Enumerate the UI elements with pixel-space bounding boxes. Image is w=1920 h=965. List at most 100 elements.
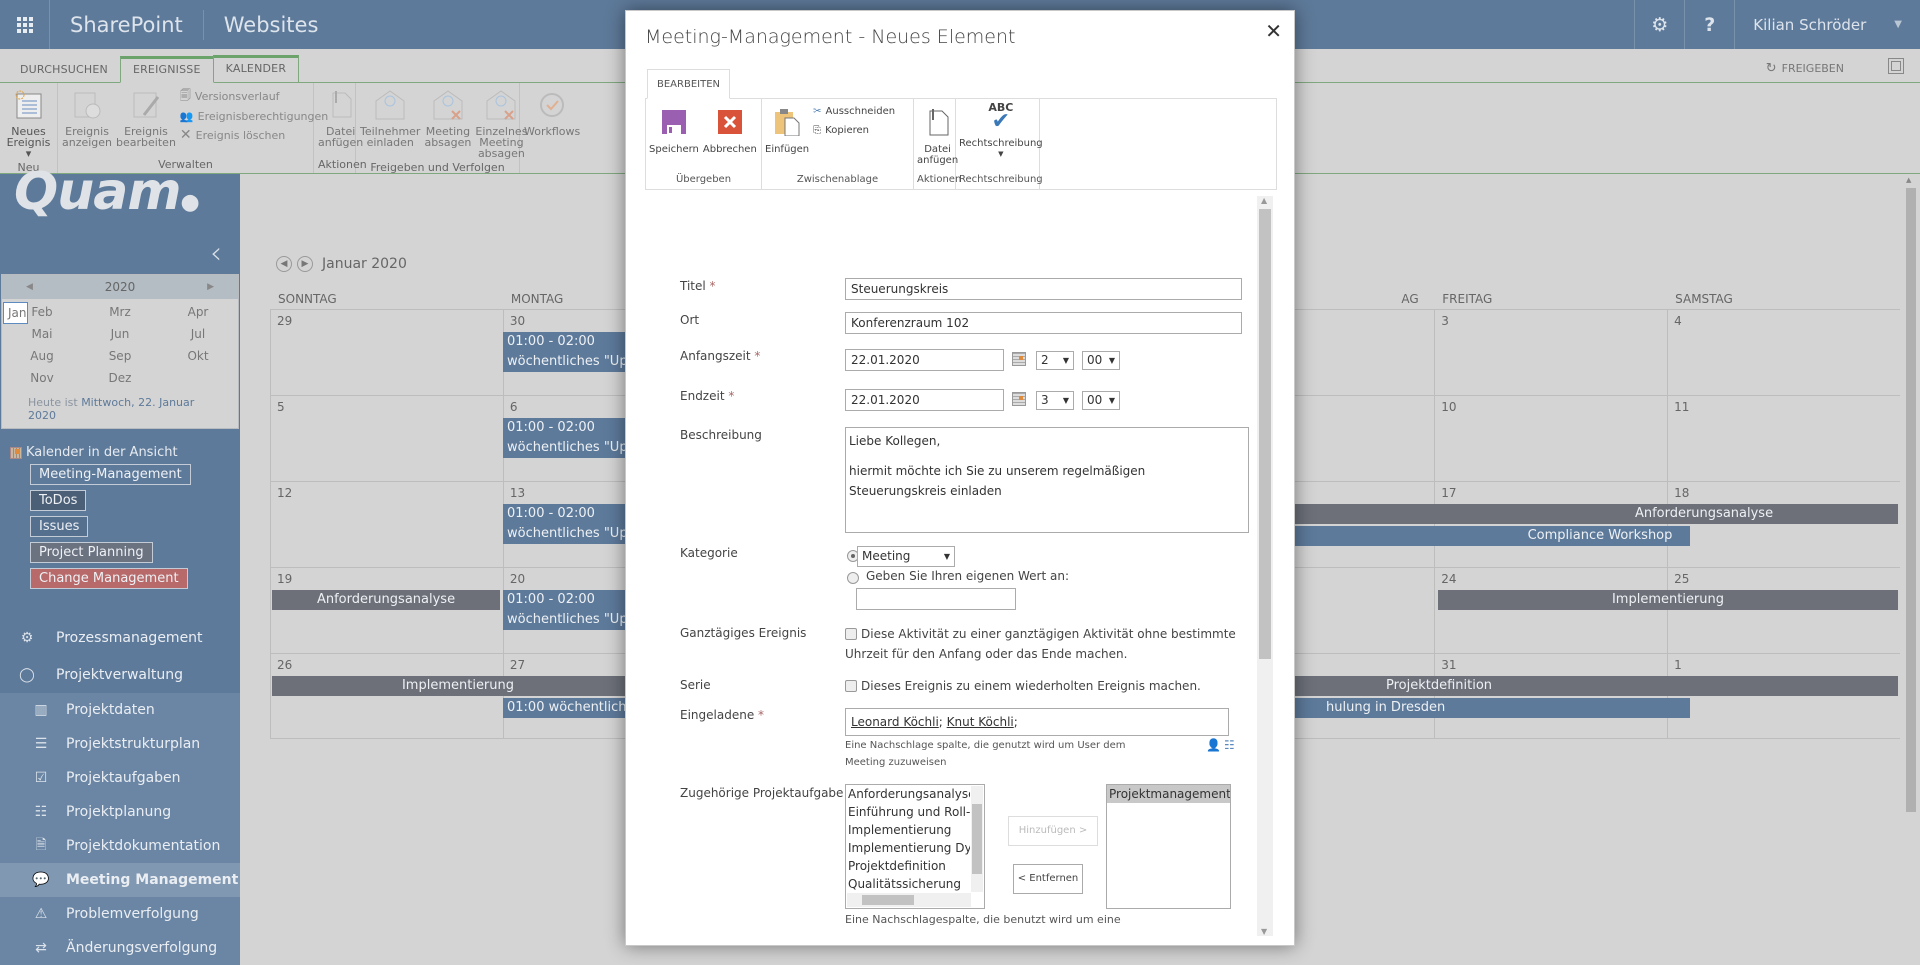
day-cell[interactable]: 18 [1667,482,1900,567]
selected-tasks-listbox[interactable]: Projektmanagement [1106,784,1231,909]
close-dialog-button[interactable]: ✕ [1265,19,1282,43]
page-scrollbar[interactable]: ▲ [1904,174,1918,957]
invitee[interactable]: Leonard Köchli [851,715,939,729]
calendar-event[interactable]: 01:00 - 02:00 wöchentliches "Up [503,504,643,544]
invitees-people-picker[interactable]: Leonard Köchli; Knut Köchli; [845,708,1229,736]
view-event-button[interactable]: Ereignis anzeigen [62,87,112,148]
list-item[interactable]: Qualitätssicherung [846,875,970,893]
focus-mode-button[interactable] [1888,58,1904,74]
day-cell[interactable]: 25 [1667,568,1900,653]
nav-projektstrukturplan[interactable]: ☰ Projektstrukturplan [0,727,240,761]
nav-prozessmanagement[interactable]: ⚙ Prozessmanagement [0,619,240,656]
cut-button[interactable]: ✂ Ausschneiden [813,106,895,117]
month-nov[interactable]: Nov [3,368,81,390]
allday-checkbox[interactable] [845,628,857,640]
day-cell[interactable]: 12 [270,482,503,567]
category-select[interactable]: Meeting ▼ [857,546,955,567]
scrollbar-thumb[interactable] [1259,209,1271,659]
day-cell[interactable]: 29 [270,310,503,395]
day-cell[interactable]: 31 [1434,654,1667,738]
logo[interactable]: Quam● ‹ [0,166,240,274]
day-cell[interactable]: 26 [270,654,503,738]
list-item[interactable]: Implementierung [846,821,970,839]
settings-button[interactable]: ⚙ [1634,0,1684,49]
title-input[interactable]: Steuerungskreis [845,278,1242,300]
month-mai[interactable]: Mai [3,324,81,346]
day-cell[interactable]: 19 [270,568,503,653]
month-mrz[interactable]: Mrz [81,302,159,324]
month-apr[interactable]: Apr [159,302,237,324]
list-item[interactable]: Anforderungsanalyse [846,785,970,803]
calendar-event[interactable]: Implementierung [272,676,644,696]
nav-projektdokumentation[interactable]: 🗎 Projektdokumentation [0,829,240,863]
month-sep[interactable]: Sep [81,346,159,368]
next-month-button[interactable]: ▶ [297,256,313,272]
calendar-todos[interactable]: ToDos [30,490,87,511]
month-jan[interactable]: Jan [3,302,28,324]
scroll-up-arrow[interactable]: ▲ [1906,176,1911,184]
event-permissions-button[interactable]: 👥 Ereignisberechtigungen [180,110,328,123]
check-names-icon[interactable]: 👤 [1206,738,1221,752]
location-input[interactable]: Konferenzraum 102 [845,312,1242,334]
collapse-sidebar-icon[interactable]: ‹ [210,236,222,271]
dialog-scrollbar[interactable]: ▲ ▼ [1257,196,1273,936]
day-cell[interactable]: 5 [270,396,503,481]
tab-ereignisse[interactable]: EREIGNISSE [119,56,214,83]
day-cell[interactable]: 17 [1434,482,1667,567]
cancel-meeting-button[interactable]: Meeting absagen [424,87,471,148]
add-task-button[interactable]: Hinzufügen > [1008,816,1098,846]
save-button[interactable]: Speichern [649,102,699,155]
list-item[interactable]: Implementierung Dyr [846,839,970,857]
calendar-change-management[interactable]: Change Management [30,568,188,589]
invitee[interactable]: Knut Köchli [947,715,1014,729]
calendar-event[interactable]: 01:00 wöchentlich [503,698,643,718]
section-title[interactable]: Websites [204,13,339,37]
start-minute-select[interactable]: 00 ▼ [1082,351,1120,370]
calendar-event[interactable]: 01:00 - 02:00 wöchentliches "Up [503,418,643,458]
remove-task-button[interactable]: < Entfernen [1013,864,1083,894]
day-cell[interactable]: 10 [1434,396,1667,481]
start-date-input[interactable]: 22.01.2020 [845,349,1004,371]
calendar-picker-icon[interactable] [1012,352,1026,366]
listbox-hscroll[interactable] [847,893,971,907]
calendar-event[interactable]: Projektdefinition [1270,676,1898,696]
nav-aenderungsverfolgung[interactable]: ⇄ Änderungsverfolgung [0,931,240,965]
tab-durchsuchen[interactable]: DURCHSUCHEN [8,58,120,82]
nav-projektverwaltung[interactable]: ◯ Projektverwaltung [0,656,240,693]
workflows-button[interactable]: Workflows [524,87,580,137]
list-item[interactable]: Projektmanagement [1107,785,1230,803]
day-cell[interactable]: 4 [1667,310,1900,395]
calendar-project-planning[interactable]: Project Planning [30,542,153,563]
version-history-button[interactable]: 🗐 Versionsverlauf [180,87,328,106]
calendar-event[interactable]: 01:00 - 02:00 wöchentliches "Up [503,332,643,372]
invite-attendees-button[interactable]: Teilnehmer einladen [360,87,420,148]
attach-file-button[interactable]: Datei anfügen [917,102,958,166]
share-button[interactable]: ↻ FREIGEBEN [1766,61,1844,76]
month-jul[interactable]: Jul [159,324,237,346]
month-jun[interactable]: Jun [81,324,159,346]
description-textarea[interactable]: Liebe Kollegen, hiermit möchte ich Sie z… [845,427,1249,533]
tab-bearbeiten[interactable]: BEARBEITEN [647,69,731,99]
delete-event-button[interactable]: ✕ Ereignis löschen [180,127,328,143]
listbox-vscroll[interactable] [971,786,983,892]
nav-projektplanung[interactable]: ☷ Projektplanung [0,795,240,829]
end-hour-select[interactable]: 3 ▼ [1036,391,1074,410]
new-event-button[interactable]: Neues Ereignis ▾ [4,87,53,159]
calendar-event[interactable]: 01:00 - 02:00 wöchentliches "Up [503,590,643,630]
cancel-button[interactable]: Abbrechen [703,102,757,155]
calendar-event[interactable]: Implementierung [1438,590,1898,610]
user-menu[interactable]: Kilian Schröder ▼ [1734,0,1920,49]
scroll-down-arrow[interactable]: ▼ [1261,927,1267,936]
day-cell[interactable]: 11 [1667,396,1900,481]
paste-button[interactable]: Einfügen [765,102,809,155]
calendar-event[interactable]: Compliance Workshop [1270,526,1690,546]
day-cell[interactable]: 1 [1667,654,1900,738]
nav-meeting-management[interactable]: 💬 Meeting Management [0,863,240,897]
nav-projektdaten[interactable]: ▥ Projektdaten [0,693,240,727]
recurrence-checkbox[interactable] [845,680,857,692]
list-item[interactable]: Einführung und Roll-( [846,803,970,821]
prev-year-arrow[interactable]: ◀ [26,282,33,292]
month-aug[interactable]: Aug [3,346,81,368]
scrollbar-thumb[interactable] [1906,188,1916,812]
category-own-value-input[interactable] [856,588,1016,610]
